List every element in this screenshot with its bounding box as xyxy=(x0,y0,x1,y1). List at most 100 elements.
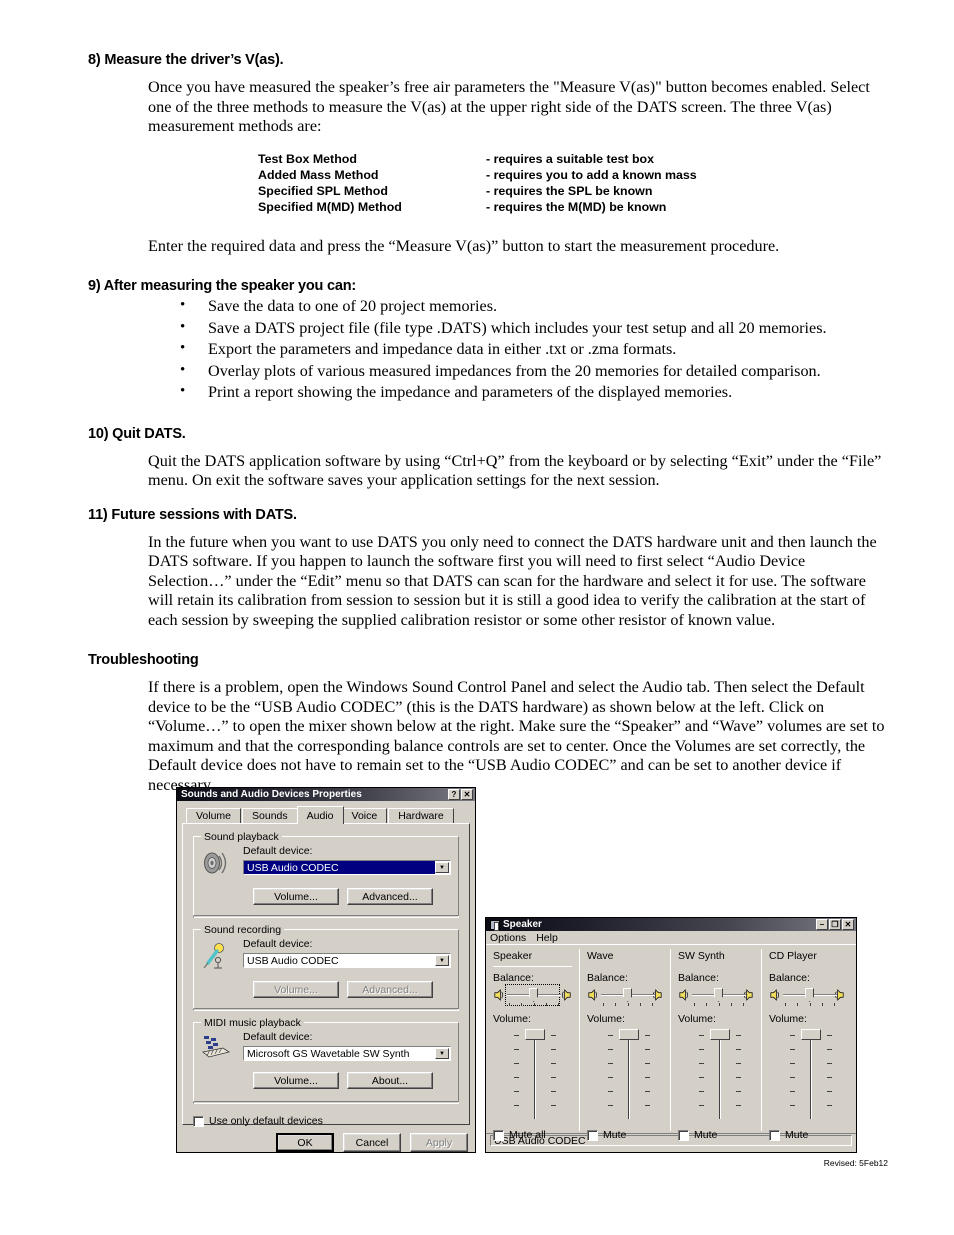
speaker-left-icon xyxy=(679,989,688,1001)
method-requirement: - requires a suitable test box xyxy=(486,151,655,166)
balance-label: Balance: xyxy=(493,972,534,984)
mute-checkbox[interactable]: Mute xyxy=(769,1129,845,1141)
method-name: Specified M(MD) Method xyxy=(258,199,402,214)
document-body: 8) Measure the driver’s V(as). Once you … xyxy=(88,52,888,795)
microphone-icon xyxy=(201,938,243,974)
section-10-heading: 10) Quit DATS. xyxy=(88,425,186,442)
section-11-heading: 11) Future sessions with DATS. xyxy=(88,506,297,523)
chevron-down-icon[interactable]: ▼ xyxy=(435,955,449,966)
playback-volume-button[interactable]: Volume... xyxy=(253,888,339,905)
balance-control[interactable] xyxy=(493,984,572,1006)
midi-device-value: Microsoft GS Wavetable SW Synth xyxy=(247,1048,410,1060)
speaker-left-icon xyxy=(770,989,779,1001)
mute-label: Mute xyxy=(603,1129,627,1141)
balance-thumb[interactable] xyxy=(714,988,723,1002)
tab-sounds[interactable]: Sounds xyxy=(242,808,298,823)
tab-volume[interactable]: Volume xyxy=(186,808,242,823)
playback-device-combo[interactable]: USB Audio CODEC ▼ xyxy=(243,860,451,875)
playback-advanced-button[interactable]: Advanced... xyxy=(347,888,433,905)
tab-audio[interactable]: Audio xyxy=(296,806,344,824)
volume-label: Volume: xyxy=(678,1013,716,1025)
checkbox-box[interactable] xyxy=(493,1129,504,1141)
cancel-button[interactable]: Cancel xyxy=(343,1133,401,1152)
section-10-paragraph: Quit the DATS application software by us… xyxy=(148,451,882,490)
checkbox-box[interactable] xyxy=(193,1115,204,1127)
volume-thumb[interactable] xyxy=(525,1029,545,1040)
close-icon[interactable]: ✕ xyxy=(842,919,854,930)
table-row: Specified SPL Method - requires the SPL … xyxy=(258,183,697,199)
balance-label: Balance: xyxy=(769,972,810,984)
volume-thumb[interactable] xyxy=(619,1029,639,1040)
volume-slider[interactable] xyxy=(783,1029,839,1121)
midi-volume-button[interactable]: Volume... xyxy=(253,1072,339,1089)
mute-checkbox[interactable]: Mute xyxy=(587,1129,663,1141)
balance-control[interactable] xyxy=(678,986,754,1006)
recording-device-combo[interactable]: USB Audio CODEC ▼ xyxy=(243,953,451,968)
list-item: Save a DATS project file (file type .DAT… xyxy=(180,317,888,340)
volume-slider[interactable] xyxy=(601,1029,657,1121)
section-10: 10) Quit DATS. Quit the DATS application… xyxy=(88,426,888,491)
balance-slider[interactable] xyxy=(601,986,655,1006)
troubleshooting-paragraph: If there is a problem, open the Windows … xyxy=(148,678,885,794)
section-8-heading: 8) Measure the driver’s V(as). xyxy=(88,52,284,68)
volume-slider[interactable] xyxy=(692,1029,748,1121)
ok-button[interactable]: OK xyxy=(276,1133,334,1152)
volume-label: Volume: xyxy=(769,1013,807,1025)
section-9-heading: 9) After measuring the speaker you can: xyxy=(88,278,357,294)
mixer-titlebar[interactable]: Speaker – ❐ ✕ xyxy=(486,918,856,931)
balance-thumb[interactable] xyxy=(623,988,632,1002)
tab-voice[interactable]: Voice xyxy=(341,808,388,823)
tab-hardware[interactable]: Hardware xyxy=(388,808,454,823)
mixer-column-cd-player: CD Player Balance: Volume: Mute xyxy=(762,945,852,1141)
volume-ticks xyxy=(601,1033,657,1121)
table-row: Specified M(MD) Method - requires the M(… xyxy=(258,199,697,215)
revision-footer: Revised: 5Feb12 xyxy=(823,1158,888,1168)
checkbox-box[interactable] xyxy=(587,1129,598,1141)
chevron-down-icon[interactable]: ▼ xyxy=(435,1048,449,1059)
midi-about-button[interactable]: About... xyxy=(347,1072,433,1089)
mixer-column-wave: Wave Balance: Volume: Mute xyxy=(580,945,670,1141)
balance-thumb[interactable] xyxy=(805,988,814,1002)
section-8: 8) Measure the driver’s V(as). Once you … xyxy=(88,52,888,256)
midi-keyboard-icon xyxy=(201,1031,243,1065)
sounds-and-audio-devices-dialog[interactable]: Sounds and Audio Devices Properties ? ✕ … xyxy=(176,787,476,1153)
midi-playback-legend: MIDI music playback xyxy=(201,1017,304,1029)
mute-label: Mute xyxy=(694,1129,718,1141)
help-button[interactable]: ? xyxy=(448,789,460,800)
recording-advanced-button: Advanced... xyxy=(347,981,433,998)
mute-checkbox[interactable]: Mute xyxy=(678,1129,754,1141)
vas-methods-table: Test Box Method - requires a suitable te… xyxy=(258,151,697,215)
volume-thumb[interactable] xyxy=(801,1029,821,1040)
midi-device-label: Default device: xyxy=(243,1031,313,1043)
midi-device-combo[interactable]: Microsoft GS Wavetable SW Synth ▼ xyxy=(243,1046,451,1061)
maximize-icon[interactable]: ❐ xyxy=(829,919,841,930)
speaker-mixer-window[interactable]: Speaker – ❐ ✕ Options Help Speaker Balan… xyxy=(485,917,857,1153)
section-9-bullet-list: Save the data to one of 20 project memor… xyxy=(88,295,888,404)
balance-control[interactable] xyxy=(769,986,845,1006)
balance-slider[interactable] xyxy=(505,984,561,1006)
sound-playback-legend: Sound playback xyxy=(201,831,282,843)
menu-help[interactable]: Help xyxy=(536,932,558,944)
balance-control[interactable] xyxy=(587,986,663,1006)
balance-thumb[interactable] xyxy=(529,988,538,1002)
midi-playback-group: MIDI music playback Default device: Micr… xyxy=(193,1017,459,1104)
volume-thumb[interactable] xyxy=(710,1029,730,1040)
dialog-titlebar[interactable]: Sounds and Audio Devices Properties ? ✕ xyxy=(177,788,475,801)
close-icon[interactable]: ✕ xyxy=(461,789,473,800)
section-9: 9) After measuring the speaker you can: … xyxy=(88,278,888,404)
balance-slider[interactable] xyxy=(783,986,837,1006)
list-item: Save the data to one of 20 project memor… xyxy=(180,295,888,318)
minimize-icon[interactable]: – xyxy=(816,919,828,930)
use-only-default-devices-checkbox[interactable]: Use only default devices xyxy=(193,1115,459,1127)
menu-options[interactable]: Options xyxy=(490,932,526,944)
chevron-down-icon[interactable]: ▼ xyxy=(435,862,449,873)
volume-slider[interactable] xyxy=(507,1029,563,1121)
balance-slider[interactable] xyxy=(692,986,746,1006)
list-item: Export the parameters and impedance data… xyxy=(180,338,888,361)
mixer-menubar[interactable]: Options Help xyxy=(486,931,856,944)
checkbox-box[interactable] xyxy=(678,1129,689,1141)
checkbox-box[interactable] xyxy=(769,1129,780,1141)
mute-all-checkbox[interactable]: Mute all xyxy=(493,1129,572,1141)
tab-bar[interactable]: Volume Sounds Audio Voice Hardware xyxy=(182,806,470,824)
playback-device-value: USB Audio CODEC xyxy=(244,861,435,874)
